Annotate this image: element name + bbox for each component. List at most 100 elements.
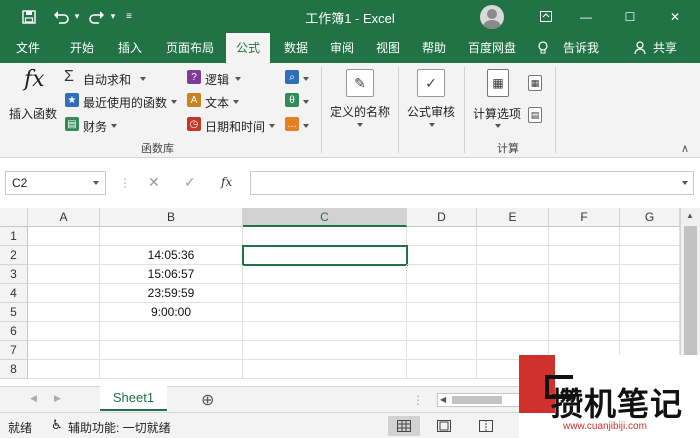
cell-b1[interactable] bbox=[100, 227, 243, 246]
defined-names-button[interactable]: 定义的名称 bbox=[330, 103, 390, 120]
tab-file[interactable]: 文件 bbox=[5, 33, 51, 63]
recent-functions-button[interactable]: 最近使用的函数 bbox=[83, 94, 167, 111]
cell-c8[interactable] bbox=[243, 360, 407, 379]
cell-d5[interactable] bbox=[407, 303, 477, 322]
page-layout-view-button[interactable] bbox=[430, 416, 458, 436]
cell-a4[interactable] bbox=[28, 284, 100, 303]
cell-a7[interactable] bbox=[28, 341, 100, 360]
cell-g6[interactable] bbox=[620, 322, 680, 341]
cell-c1[interactable] bbox=[243, 227, 407, 246]
cell-c2[interactable] bbox=[242, 245, 408, 266]
math-trig-icon[interactable]: θ bbox=[285, 93, 299, 107]
accessibility-status[interactable]: 辅助功能: 一切就绪 bbox=[68, 419, 171, 436]
tab-home[interactable]: 开始 bbox=[60, 33, 104, 63]
more-dropdown-icon[interactable] bbox=[303, 124, 309, 128]
cell-b7[interactable] bbox=[100, 341, 243, 360]
confirm-entry-icon[interactable]: ✓ bbox=[184, 174, 196, 191]
cell-f1[interactable] bbox=[549, 227, 620, 246]
maximize-button[interactable]: ☐ bbox=[607, 0, 653, 33]
tab-view[interactable]: 视图 bbox=[368, 33, 408, 63]
defined-names-dropdown-icon[interactable] bbox=[357, 123, 363, 127]
autosum-dropdown-icon[interactable] bbox=[140, 77, 146, 81]
cell-e2[interactable] bbox=[477, 246, 549, 265]
formula-input[interactable] bbox=[250, 171, 694, 195]
tab-data[interactable]: 数据 bbox=[276, 33, 316, 63]
datetime-button[interactable]: 日期和时间 bbox=[205, 118, 265, 135]
cell-f3[interactable] bbox=[549, 265, 620, 284]
prev-sheet-icon[interactable]: ◀ bbox=[30, 393, 37, 404]
insert-function-button[interactable]: 插入函数 bbox=[9, 105, 57, 122]
column-header-d[interactable]: D bbox=[407, 208, 477, 227]
cell-c5[interactable] bbox=[243, 303, 407, 322]
cell-g4[interactable] bbox=[620, 284, 680, 303]
tab-insert[interactable]: 插入 bbox=[108, 33, 152, 63]
cell-c3[interactable] bbox=[243, 265, 407, 284]
row-header-4[interactable]: 4 bbox=[0, 284, 28, 303]
tab-baidu-netdisk[interactable]: 百度网盘 bbox=[460, 33, 524, 63]
tab-split-grip-icon[interactable]: ⋮ bbox=[412, 393, 424, 407]
tell-me-search[interactable]: 告诉我 bbox=[556, 33, 606, 63]
tab-formulas[interactable]: 公式 bbox=[226, 33, 270, 63]
cell-a1[interactable] bbox=[28, 227, 100, 246]
column-header-e[interactable]: E bbox=[477, 208, 549, 227]
cell-c7[interactable] bbox=[243, 341, 407, 360]
math-dropdown-icon[interactable] bbox=[303, 100, 309, 104]
expand-formula-bar-icon[interactable] bbox=[682, 181, 688, 185]
row-header-5[interactable]: 5 bbox=[0, 303, 28, 322]
column-header-g[interactable]: G bbox=[620, 208, 680, 227]
calculate-now-icon[interactable]: ▦ bbox=[528, 75, 542, 91]
cell-d6[interactable] bbox=[407, 322, 477, 341]
cell-b4[interactable]: 23:59:59 bbox=[100, 284, 243, 303]
datetime-dropdown-icon[interactable] bbox=[269, 124, 275, 128]
cell-a6[interactable] bbox=[28, 322, 100, 341]
normal-view-button[interactable] bbox=[388, 416, 420, 436]
cell-a2[interactable] bbox=[28, 246, 100, 265]
insert-function-icon[interactable]: fx bbox=[24, 67, 45, 92]
name-box[interactable]: C2 bbox=[5, 171, 106, 195]
more-functions-icon[interactable]: … bbox=[285, 117, 299, 131]
text-button[interactable]: 文本 bbox=[205, 94, 229, 111]
cell-e1[interactable] bbox=[477, 227, 549, 246]
cell-c6[interactable] bbox=[243, 322, 407, 341]
name-box-dropdown-icon[interactable] bbox=[93, 181, 99, 185]
account-avatar[interactable] bbox=[480, 5, 504, 29]
cell-f2[interactable] bbox=[549, 246, 620, 265]
formula-auditing-button[interactable]: 公式审核 bbox=[407, 103, 455, 120]
cell-c4[interactable] bbox=[243, 284, 407, 303]
cell-e6[interactable] bbox=[477, 322, 549, 341]
financial-dropdown-icon[interactable] bbox=[111, 124, 117, 128]
tab-review[interactable]: 审阅 bbox=[322, 33, 362, 63]
column-header-b[interactable]: B bbox=[100, 208, 243, 227]
cell-a3[interactable] bbox=[28, 265, 100, 284]
cell-b3[interactable]: 15:06:57 bbox=[100, 265, 243, 284]
cell-a8[interactable] bbox=[28, 360, 100, 379]
horizontal-scrollbar[interactable]: ◀ bbox=[437, 393, 523, 407]
cell-d4[interactable] bbox=[407, 284, 477, 303]
cell-f4[interactable] bbox=[549, 284, 620, 303]
cell-d1[interactable] bbox=[407, 227, 477, 246]
column-header-c[interactable]: C bbox=[243, 208, 407, 227]
page-break-view-button[interactable] bbox=[472, 416, 500, 436]
select-all-corner[interactable] bbox=[0, 208, 28, 227]
cell-e5[interactable] bbox=[477, 303, 549, 322]
accessibility-icon[interactable]: ♿ bbox=[51, 417, 63, 433]
close-button[interactable]: ✕ bbox=[652, 0, 698, 33]
row-header-3[interactable]: 3 bbox=[0, 265, 28, 284]
cell-f5[interactable] bbox=[549, 303, 620, 322]
financial-button[interactable]: 财务 bbox=[83, 118, 107, 135]
insert-function-fx-icon[interactable]: fx bbox=[221, 175, 232, 189]
cell-d2[interactable] bbox=[407, 246, 477, 265]
share-button[interactable]: 共享 bbox=[648, 33, 682, 63]
lightbulb-icon[interactable] bbox=[535, 33, 551, 63]
hscroll-thumb[interactable] bbox=[452, 396, 502, 404]
cell-e3[interactable] bbox=[477, 265, 549, 284]
text-dropdown-icon[interactable] bbox=[233, 100, 239, 104]
cell-e4[interactable] bbox=[477, 284, 549, 303]
row-header-1[interactable]: 1 bbox=[0, 227, 28, 246]
cell-g5[interactable] bbox=[620, 303, 680, 322]
add-sheet-button[interactable]: ⊕ bbox=[201, 390, 214, 410]
calculate-sheet-icon[interactable]: ▤ bbox=[528, 107, 542, 123]
row-header-2[interactable]: 2 bbox=[0, 246, 28, 265]
row-header-7[interactable]: 7 bbox=[0, 341, 28, 360]
logical-button[interactable]: 逻辑 bbox=[205, 71, 229, 88]
